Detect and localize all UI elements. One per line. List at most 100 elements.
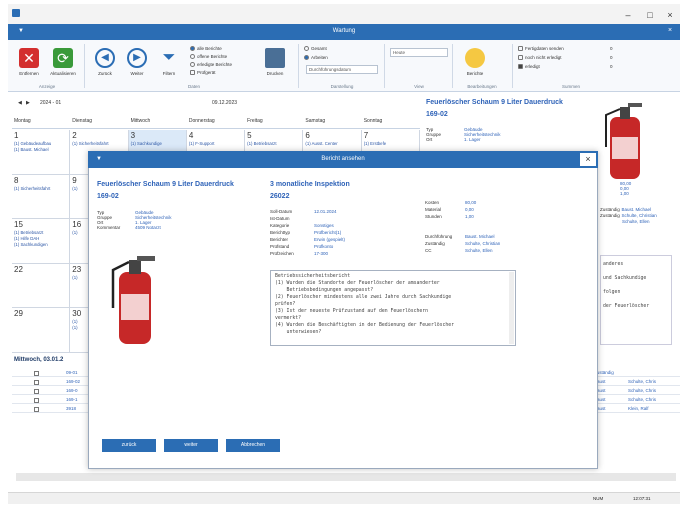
field-value: 0,00 (465, 207, 474, 212)
ribbon-close-icon[interactable]: × (668, 27, 672, 34)
dialog-close-button[interactable]: × (580, 153, 596, 166)
calendar-month: 2024 - 01 (40, 100, 62, 106)
checkbox-pruefgeraet[interactable]: Prüfgerät (190, 70, 216, 76)
refresh-button[interactable]: ⟳ Aktualisieren (48, 44, 78, 84)
field-row: Soll-Datum 12.01.2024 (270, 209, 420, 216)
radio-label: offene Berichte (197, 54, 228, 59)
row-checkbox[interactable] (34, 407, 39, 412)
radio-arbeiten[interactable]: Arbeiten (304, 55, 328, 61)
dialog-inspection-title: 3 monatliche Inspektion (270, 181, 350, 188)
minimize-button[interactable]: – (618, 8, 638, 22)
check-erledigt[interactable]: erledigt (518, 64, 540, 70)
ribbon-divider (384, 44, 385, 88)
calendar-event[interactable]: (1) Sachkundigen (12, 242, 69, 248)
dialog-notes[interactable]: Betriebssicherheitsbericht (1) Wurden di… (270, 270, 516, 346)
ribbon-divider (452, 44, 453, 88)
reports-label: Berichte (466, 71, 484, 76)
dialog-costs: Kosten 80,00 Material 0,00 Stunden 1,00 (425, 200, 505, 221)
field-value: Prüfbericht(1) (314, 230, 342, 235)
reports-button[interactable]: Berichte (460, 44, 490, 84)
field-row: Berichttyp Prüfbericht(1) (270, 230, 420, 237)
calendar-day-cell[interactable]: 22 (12, 263, 71, 309)
weekday-header: Montag Dienstag Mittwoch Donnerstag Freitag S… (12, 115, 420, 129)
group-label-anzeige: Anzeige (38, 84, 56, 89)
group-label-view: View (414, 84, 424, 89)
table-cell: 169-1 (66, 397, 78, 402)
field-label: Durchführung (425, 234, 453, 239)
detail-fields: Typ Gruppe Ort (426, 127, 441, 142)
calendar-day-cell[interactable]: 15 (1) Betriebsarzt (1) Hilfe DAH (1) Sachk… (12, 219, 71, 264)
radio-label: alle Berichte (197, 46, 222, 51)
row-checkbox[interactable] (34, 398, 39, 403)
check-fertigdaten[interactable]: Fertigdaten senden (518, 46, 564, 52)
note-line: und Sachkundige (603, 276, 647, 281)
assign-label: Zuständig (600, 207, 620, 212)
filter-label: Filtern (162, 71, 176, 76)
back-dialog-button[interactable]: zurück (102, 439, 156, 452)
radio-label: erledigte Berichte (197, 62, 233, 67)
calendar-prev-icon[interactable]: ◀ (18, 100, 22, 106)
note-line: (4) Wurden die Beschäftigten in der Bedi… (275, 323, 455, 328)
note-line: vermerkt? (275, 316, 301, 321)
display-select[interactable]: Durchführungsdatum (306, 65, 378, 74)
radio-all-reports[interactable]: alle Berichte (190, 46, 222, 52)
calendar-event[interactable]: (1) Sicherheitsfahrt (12, 186, 69, 192)
calendar-event[interactable]: (1) Sicherheitsfahrt (70, 141, 127, 147)
view-select[interactable]: Heute (390, 48, 448, 57)
calendar-date: 09.12.2023 (212, 100, 238, 106)
delete-button[interactable]: ✕ Entfernen (14, 44, 44, 84)
ribbon-title: Wartung (332, 28, 356, 34)
horizontal-scrollbar[interactable] (16, 473, 676, 481)
field-label: Stunden (425, 214, 442, 219)
calendar-day-cell[interactable]: 29 (12, 308, 71, 353)
note-line: der Feuerlöscher (603, 304, 650, 309)
calendar-event[interactable]: (1) Baust. Michael (12, 147, 69, 153)
note-line: Betriebsbedingungen angepasst? (275, 288, 374, 293)
row-checkbox[interactable] (34, 389, 39, 394)
day-number: 2 (72, 131, 77, 140)
back-button[interactable]: ◀ Zurück (90, 44, 120, 84)
radio-open-reports[interactable]: offene Berichte (190, 54, 228, 60)
next-dialog-button[interactable]: weiter (164, 439, 218, 452)
print-button[interactable]: Drucken (260, 44, 290, 84)
radio-done-reports[interactable]: erledigte Berichte (190, 62, 233, 68)
calendar-next-icon[interactable]: ▶ (26, 100, 30, 106)
radio-gesamt[interactable]: Gesamt (304, 46, 327, 52)
delete-label: Entfernen (19, 71, 39, 76)
day-number: 22 (14, 264, 23, 274)
table-cell: Klein, Ralf (628, 406, 649, 411)
maximize-button[interactable]: □ (640, 8, 660, 22)
field-label: Kommentar (97, 225, 121, 230)
calendar-event[interactable]: (1) Sachkundige (129, 141, 186, 147)
radio-label: Gesamt (311, 46, 327, 51)
field-label: Prüfzeichen (270, 251, 294, 256)
calendar-event[interactable]: (1) F-Support (187, 141, 244, 147)
ribbon-toolbar: ✕ Entfernen ⟳ Aktualisieren Anzeige ◀ Zu… (8, 40, 680, 92)
calendar-event[interactable]: (1) Ausst. Center (303, 141, 360, 147)
row-checkbox[interactable] (34, 380, 39, 385)
detail-values: Gebäude Sicherheitstechnik 1. Lager (464, 127, 501, 142)
field-row: Material 0,00 (425, 207, 505, 214)
check-nicht-erledigt[interactable]: noch nicht erledigt (518, 55, 562, 61)
calendar-day-cell[interactable]: 1 (1) Gebäudeaufbau (1) Baust. Michael (12, 130, 71, 175)
calendar-event[interactable]: (1) Erstbefe (362, 141, 419, 147)
cancel-dialog-button[interactable]: Abbrechen (226, 439, 280, 452)
row-checkbox[interactable] (34, 371, 39, 376)
field-label: Material (425, 207, 442, 212)
assign-label: Zuständig (600, 213, 620, 218)
dialog-item-values: Gebäude Sicherheitstechnik 1. Lager 4509… (135, 210, 172, 230)
delete-icon: ✕ (19, 48, 39, 68)
forward-button[interactable]: ▶ Weiter (122, 44, 152, 84)
filter-button[interactable]: ⏷ Filtern (154, 44, 184, 84)
assign-value: Schulte, Ellen (622, 219, 650, 224)
refresh-label: Aktualisieren (50, 71, 76, 76)
close-button[interactable]: × (660, 8, 680, 22)
weekday-label: Donnerstag (188, 118, 215, 124)
field-row: Ist-Datum (270, 216, 420, 223)
detail-notes: anderes und Sachkundige folgen der Feuer… (600, 255, 672, 345)
calendar-event[interactable]: (1) Betriebsarzt (245, 141, 302, 147)
notes-scrollbar[interactable] (509, 272, 514, 344)
status-bar: NUM 12:07:31 (8, 492, 680, 504)
note-line: (3) Ist der neueste Prüfzustand auf den … (275, 309, 429, 314)
calendar-day-cell[interactable]: 8 (1) Sicherheitsfahrt (12, 174, 71, 220)
